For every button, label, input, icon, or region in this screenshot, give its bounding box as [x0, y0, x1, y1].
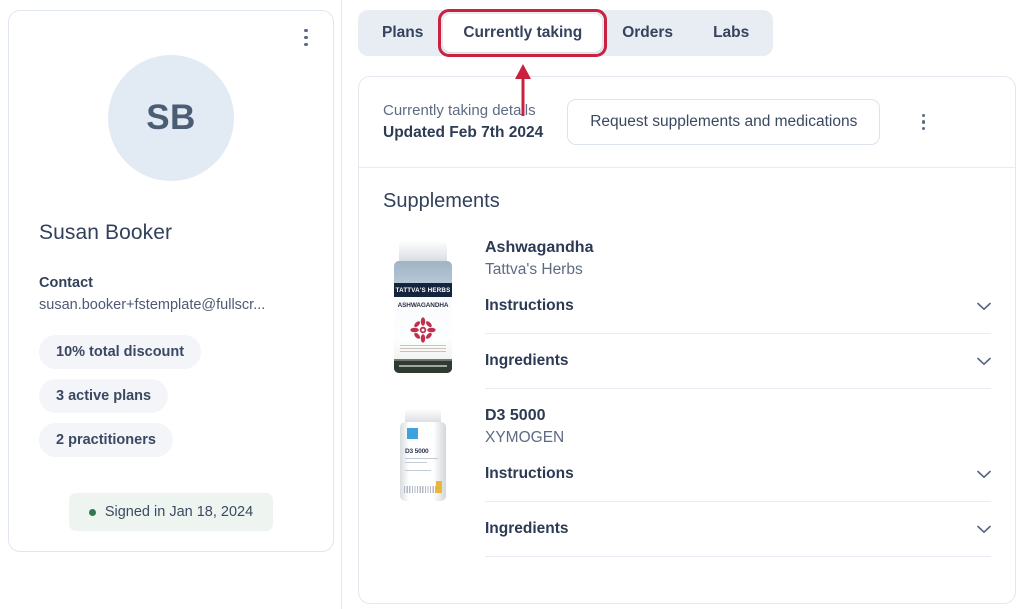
product-thumbnail: TATTVA'S HERBS ASHWAGANDHA	[383, 239, 463, 373]
pill-row: 10% total discount	[39, 335, 303, 379]
stats-pill-list: 10% total discount 3 active plans 2 prac…	[39, 335, 303, 467]
section-title-supplements: Supplements	[383, 190, 500, 212]
accordion-label: Ingredients	[485, 520, 569, 537]
accordion-label: Ingredients	[485, 352, 569, 369]
card-body: Supplements TATTVA'S HERBS ASHWAGANDHA A…	[359, 168, 1015, 557]
bottle-cap	[399, 241, 447, 263]
pill-row: 2 practitioners	[39, 423, 303, 467]
signed-in-badge: Signed in Jan 18, 2024	[68, 493, 274, 531]
chevron-down-icon	[977, 525, 991, 533]
tabbar-wrapper: Plans Currently taking Orders Labs	[358, 9, 774, 57]
xymogen-logo-icon	[407, 428, 418, 439]
kebab-dot	[921, 113, 925, 117]
product-brand: XYMOGEN	[485, 429, 565, 446]
d3-5000-bottle-image: D3 5000	[399, 409, 447, 501]
avatar: SB	[108, 55, 234, 181]
main-column: Plans Currently taking Orders Labs Curre…	[342, 0, 1024, 604]
tab-plans[interactable]: Plans	[362, 14, 443, 52]
kebab-dot	[304, 29, 308, 33]
pill-active-plans: 3 active plans	[39, 379, 169, 413]
accordion-ingredients[interactable]: Ingredients	[485, 334, 991, 389]
bottle-body: D3 5000	[400, 422, 446, 501]
contact-email: susan.booker+fstemplate@fullscr...	[39, 297, 266, 313]
kebab-dot	[304, 35, 308, 40]
product-info: D3 5000 XYMOGEN Instructions Ingredients	[485, 407, 991, 557]
currently-taking-card: Currently taking details Updated Feb 7th…	[358, 76, 1016, 604]
request-supplements-button[interactable]: Request supplements and medications	[567, 99, 881, 145]
bottle-fineprint	[400, 345, 446, 354]
kebab-dot	[304, 42, 308, 46]
contact-label: Contact	[39, 275, 93, 291]
product-row: D3 5000 D3 5000 XYMOGEN Instructions Ing…	[383, 407, 991, 557]
bottle-product-text: ASHWAGANDHA	[397, 302, 449, 309]
kebab-dot	[921, 127, 925, 131]
card-subtitle: Currently taking details	[383, 101, 536, 119]
accordion-label: Instructions	[485, 465, 574, 482]
page-root: SB Susan Booker Contact susan.booker+fst…	[0, 0, 1024, 609]
accordion-instructions[interactable]: Instructions	[485, 447, 991, 502]
tab-currently-taking[interactable]: Currently taking	[443, 14, 603, 52]
bottle-label: ASHWAGANDHA	[394, 297, 452, 359]
mandala-flower-icon	[410, 317, 436, 343]
bottle-label-line	[405, 462, 427, 464]
card-updated-date: Updated Feb 7th 2024	[383, 123, 544, 141]
sidebar-column: SB Susan Booker Contact susan.booker+fst…	[0, 0, 341, 552]
status-dot-icon	[88, 508, 96, 516]
avatar-initials: SB	[146, 98, 196, 137]
chevron-down-icon	[977, 470, 991, 478]
card-header-text: Currently taking details Updated Feb 7th…	[383, 100, 543, 144]
pill-total-discount: 10% total discount	[39, 335, 202, 369]
ashwagandha-bottle-image: TATTVA'S HERBS ASHWAGANDHA	[392, 241, 454, 373]
pill-row: 3 active plans	[39, 379, 303, 423]
bottle-accent-block	[436, 481, 442, 493]
signed-in-wrapper: Signed in Jan 18, 2024	[39, 493, 303, 531]
accordion-ingredients[interactable]: Ingredients	[485, 502, 991, 557]
chevron-down-icon	[977, 302, 991, 310]
bottle-product-text: D3 5000	[405, 448, 429, 455]
kebab-dot	[921, 120, 925, 124]
bottle-brand-band: TATTVA'S HERBS	[394, 283, 452, 297]
tab-orders[interactable]: Orders	[602, 14, 693, 52]
product-thumbnail: D3 5000	[383, 407, 463, 501]
bottle-label-line	[405, 458, 438, 460]
product-name: D3 5000	[485, 407, 546, 424]
accordion-instructions[interactable]: Instructions	[485, 279, 991, 334]
patient-name: Susan Booker	[39, 221, 173, 244]
signed-in-text: Signed in Jan 18, 2024	[104, 504, 254, 520]
product-brand: Tattva's Herbs	[485, 261, 583, 278]
tab-labs[interactable]: Labs	[693, 14, 769, 52]
bottle-label-line	[405, 470, 431, 472]
card-header: Currently taking details Updated Feb 7th…	[359, 77, 1015, 168]
bottle-body: TATTVA'S HERBS ASHWAGANDHA	[394, 261, 452, 373]
tabbar: Plans Currently taking Orders Labs	[358, 10, 774, 56]
bottle-footer-band	[394, 361, 452, 373]
pill-practitioners: 2 practitioners	[39, 423, 173, 457]
product-name: Ashwagandha	[485, 239, 594, 256]
chevron-down-icon	[977, 357, 991, 365]
bottle-brand-text: TATTVA'S HERBS	[395, 286, 451, 294]
product-info: Ashwagandha Tattva's Herbs Instructions …	[485, 239, 991, 389]
bottle-barcode	[404, 486, 440, 493]
kebab-menu-icon[interactable]	[297, 29, 315, 46]
patient-profile-card: SB Susan Booker Contact susan.booker+fst…	[8, 10, 334, 552]
product-row: TATTVA'S HERBS ASHWAGANDHA Ashwagandha T…	[383, 239, 991, 389]
accordion-label: Instructions	[485, 297, 574, 314]
kebab-menu-icon[interactable]	[914, 113, 932, 131]
